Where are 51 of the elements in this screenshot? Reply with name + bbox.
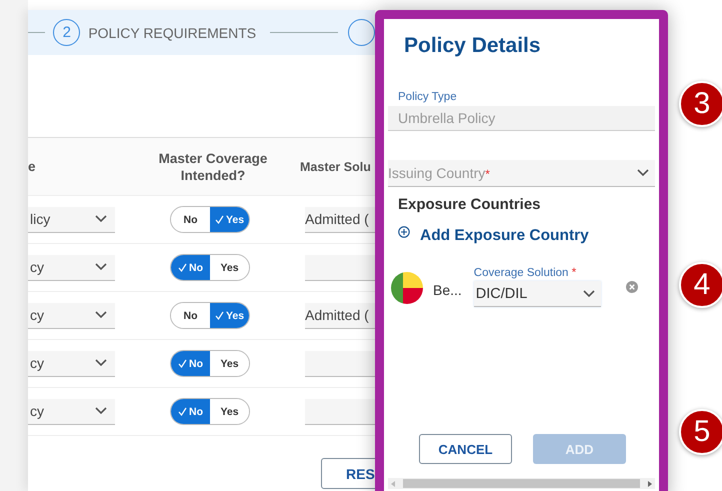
chevron-icon — [95, 359, 107, 367]
add-country-link[interactable]: Add Exposure Country — [398, 227, 655, 245]
policy-type-select[interactable]: licy — [28, 206, 115, 232]
remove-icon[interactable] — [626, 281, 638, 293]
master-solution-select[interactable] — [305, 350, 375, 376]
check-icon — [214, 215, 224, 224]
toggle-option[interactable]: No — [171, 351, 210, 376]
cancel-button[interactable]: CANCEL — [419, 434, 512, 464]
check-icon — [178, 263, 187, 272]
toggle-option[interactable]: Yes — [210, 303, 249, 328]
field-label: Coverage Solution * — [474, 265, 578, 279]
check-icon — [178, 407, 187, 416]
column-header: Master Coverage Intended? — [158, 150, 268, 184]
coverage-solution-select[interactable]: DIC/DIL — [474, 281, 601, 307]
scroll-right-arrow-icon[interactable] — [648, 480, 652, 486]
policy-type-select[interactable]: cy — [28, 350, 115, 376]
toggle-option[interactable]: Yes — [210, 207, 249, 232]
reset-button[interactable]: RES — [321, 458, 375, 489]
step-label: POLICY REQUIREMENTS — [88, 24, 256, 40]
chevron-icon — [95, 407, 107, 415]
step-badge: 3 — [679, 81, 722, 127]
plus-circle-icon — [398, 226, 410, 238]
field-label: Policy Type — [398, 91, 458, 103]
section-heading: Exposure Countries — [398, 196, 542, 213]
master-solution-select[interactable] — [305, 398, 375, 424]
policy-type-select[interactable]: cy — [28, 302, 115, 328]
chevron-icon — [95, 263, 107, 271]
master-solution-select[interactable]: Admitted ( — [305, 302, 375, 328]
master-solution-select[interactable]: Admitted ( — [305, 206, 375, 232]
policy-type-select[interactable]: cy — [28, 254, 115, 280]
master-solution-select[interactable] — [305, 254, 375, 280]
issuing-country-select[interactable]: Issuing Country* — [388, 160, 655, 187]
toggle-option[interactable]: No — [171, 399, 210, 424]
chevron-icon — [95, 215, 107, 223]
check-icon — [178, 359, 187, 368]
step-badge: 5 — [679, 409, 722, 455]
chevron-icon — [95, 311, 107, 319]
column-header: e — [28, 159, 37, 174]
horizontal-scrollbar[interactable] — [388, 478, 655, 489]
check-icon — [214, 311, 224, 320]
column-header: Master Solu — [300, 160, 372, 174]
step-number: 2 — [53, 19, 80, 46]
step-badge: 4 — [679, 262, 722, 308]
chevron-icon — [637, 169, 649, 177]
policy-type-select[interactable]: cy — [28, 398, 115, 424]
flag-icon — [390, 271, 424, 305]
chevron-icon — [582, 290, 595, 298]
country-name: Be... — [433, 282, 462, 300]
dialog-title: Policy Details — [404, 34, 542, 59]
scroll-left-arrow-icon[interactable] — [391, 480, 395, 486]
toggle-option[interactable]: No — [171, 255, 210, 280]
